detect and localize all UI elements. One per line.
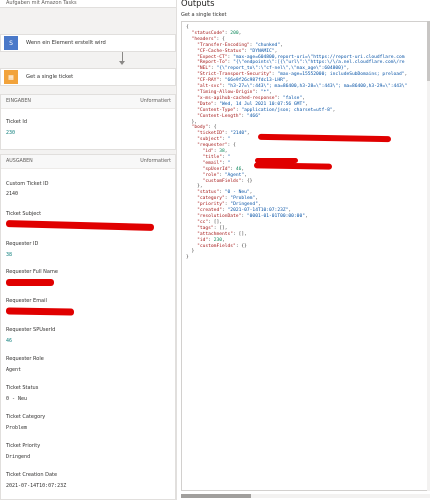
sharepoint-icon: S <box>4 36 18 50</box>
flow-designer-panel: Aufgaben mit Amazon Tasks S Wenn ein Ele… <box>0 0 176 500</box>
horizontal-scrollbar-thumb[interactable] <box>181 494 251 498</box>
ticket-status-value: 0 - Neu <box>6 396 28 402</box>
outputs-panel-subtitle: Get a single ticket <box>181 12 227 18</box>
ticket-id-field: Ticket Id 230 <box>6 119 27 136</box>
requester-id-label: Requester ID <box>6 241 39 247</box>
ticket-id-label: Ticket Id <box>6 119 28 125</box>
action-step-label: Get a single ticket <box>26 74 74 80</box>
ticket-subject-field: Ticket Subject <box>6 211 41 217</box>
inputs-section: EINGABEN Unformatiert Ticket Id 230 <box>0 94 176 150</box>
json-text: { "statusCode": 200, "headers": { "Trans… <box>186 25 408 261</box>
requester-email-label: Requester Email <box>6 298 47 304</box>
inputs-raw-link[interactable]: Unformatiert <box>140 99 171 104</box>
inputs-header: EINGABEN Unformatiert <box>1 95 175 109</box>
outputs-panel: Outputs Get a single ticket { "statusCod… <box>176 0 430 500</box>
redaction-scribble <box>6 279 54 286</box>
ticket-status-field: Ticket Status 0 - Neu <box>6 385 38 402</box>
ticket-priority-label: Ticket Priority <box>6 443 41 449</box>
action-step[interactable]: ▦ Get a single ticket <box>0 68 176 86</box>
ticket-category-field: Ticket Category Problem <box>6 414 45 431</box>
inputs-title: EINGABEN <box>6 99 31 104</box>
custom-ticket-id-label: Custom Ticket ID <box>6 181 49 187</box>
requester-role-field: Requester Role Agent <box>6 356 44 373</box>
trigger-step[interactable]: S Wenn ein Element erstellt wird <box>0 34 176 52</box>
connector-icon: ▦ <box>4 70 18 84</box>
requester-role-label: Requester Role <box>6 356 44 362</box>
outputs-section: AUSGABEN Unformatiert Custom Ticket ID 2… <box>0 154 176 500</box>
outputs-header: AUSGABEN Unformatiert <box>1 155 175 169</box>
requester-id-value: 38 <box>6 252 13 258</box>
ticket-priority-field: Ticket Priority Dringend <box>6 443 40 460</box>
redaction-scribble <box>5 307 75 316</box>
outputs-raw-link[interactable]: Unformatiert <box>140 159 171 164</box>
json-code-view[interactable]: { "statusCode": 200, "headers": { "Trans… <box>181 21 430 491</box>
arrow-down-icon <box>119 61 125 65</box>
ticket-creation-date-value: 2021-07-14T10:07:23Z <box>6 483 67 489</box>
requester-spuserid-label: Requester SPUserId <box>6 327 56 333</box>
requester-spuserid-value: 46 <box>6 338 13 344</box>
previous-step-card[interactable]: Aufgaben mit Amazon Tasks <box>0 0 176 8</box>
ticket-status-label: Ticket Status <box>6 385 39 391</box>
requester-spuserid-field: Requester SPUserId 46 <box>6 327 55 344</box>
ticket-category-label: Ticket Category <box>6 414 46 420</box>
custom-ticket-id-field: Custom Ticket ID 2140 <box>6 181 48 197</box>
ticket-id-value: 230 <box>6 130 16 136</box>
ticket-subject-label: Ticket Subject <box>6 211 42 217</box>
trigger-step-label: Wenn ein Element erstellt wird <box>26 40 106 46</box>
requester-id-field: Requester ID 38 <box>6 241 38 258</box>
ticket-priority-value: Dringend <box>6 454 31 460</box>
custom-ticket-id-value: 2140 <box>6 191 19 197</box>
requester-role-value: Agent <box>6 367 22 373</box>
outputs-title: AUSGABEN <box>6 159 33 164</box>
previous-step-label: Aufgaben mit Amazon Tasks <box>6 0 77 6</box>
ticket-category-value: Problem <box>6 425 28 431</box>
ticket-creation-date-label: Ticket Creation Date <box>6 472 58 478</box>
requester-email-field: Requester Email <box>6 298 47 304</box>
redaction-scribble <box>5 220 155 231</box>
requester-full-name-label: Requester Full Name <box>6 269 58 275</box>
outputs-panel-title: Outputs <box>181 0 215 8</box>
requester-full-name-field: Requester Full Name <box>6 269 58 275</box>
ticket-creation-date-field: Ticket Creation Date 2021-07-14T10:07:23… <box>6 472 66 489</box>
